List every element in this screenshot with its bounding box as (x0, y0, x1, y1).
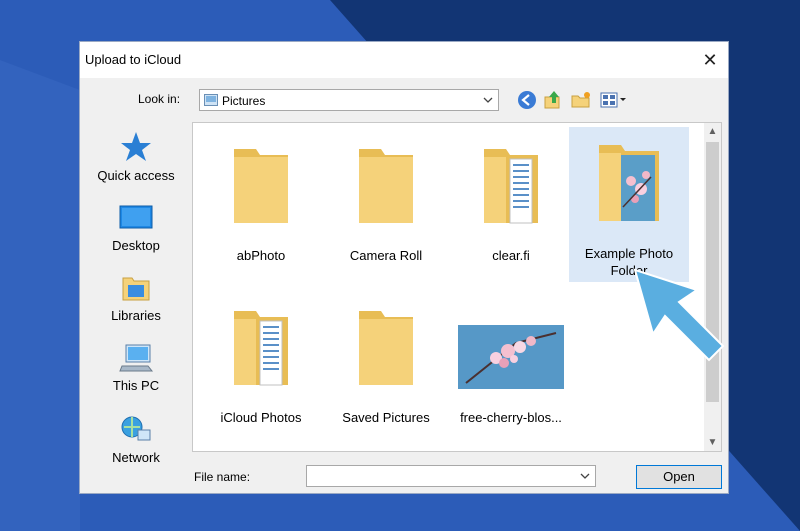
item-name: abPhoto (236, 248, 286, 263)
item-name: iCloud Photos (220, 410, 302, 425)
look-in-dropdown[interactable]: Pictures (199, 89, 499, 111)
place-label: Quick access (97, 168, 175, 183)
folder-item-clear-fi[interactable]: clear.fi (451, 131, 571, 291)
folder-item-example-photo-folder[interactable]: Example Photo Folder (569, 127, 689, 282)
place-label: This PC (112, 378, 160, 393)
item-name: Camera Roll (349, 248, 423, 263)
places-bar: Quick access Desktop Libraries This PC N… (85, 122, 187, 465)
place-label: Libraries (111, 308, 161, 323)
place-libraries[interactable]: Libraries (85, 272, 187, 342)
place-this-pc[interactable]: This PC (85, 342, 187, 412)
folder-item-abphoto[interactable]: abPhoto (201, 131, 321, 291)
place-quick-access[interactable]: Quick access (85, 130, 187, 200)
cherry-blossom-thumbnail (458, 325, 564, 389)
folder-with-pages-icon (484, 149, 538, 224)
look-in-value: Pictures (222, 94, 266, 108)
folder-with-photo-icon (599, 145, 659, 221)
file-name-input[interactable] (306, 465, 596, 487)
title-bar: Upload to iCloud ✕ (80, 42, 728, 78)
star-icon (121, 132, 151, 161)
item-name: Saved Pictures (342, 410, 430, 425)
folder-with-pages-icon (234, 311, 288, 386)
place-label: Network (112, 450, 160, 465)
item-name: clear.fi (492, 248, 530, 263)
folder-item-icloud-photos[interactable]: iCloud Photos (201, 293, 321, 453)
look-in-label: Look in: (138, 92, 181, 106)
scroll-up-button[interactable]: ▲ (704, 123, 721, 140)
open-button[interactable]: Open (636, 465, 722, 489)
network-icon (121, 416, 151, 441)
back-icon[interactable] (516, 89, 538, 111)
folder-icon (359, 149, 413, 223)
scroll-down-button[interactable]: ▼ (704, 434, 721, 451)
chevron-down-icon (483, 97, 493, 103)
folder-icon (359, 311, 413, 385)
folder-item-saved-pictures[interactable]: Saved Pictures (326, 293, 446, 453)
item-name: free-cherry-blos... (460, 410, 562, 425)
close-button[interactable]: ✕ (698, 48, 722, 72)
new-folder-icon[interactable] (570, 89, 592, 111)
view-menu-icon[interactable] (598, 89, 630, 111)
file-name-label: File name: (194, 470, 251, 484)
pointer-arrow-icon (633, 268, 725, 362)
desktop-icon (119, 205, 153, 229)
folder-icon (234, 149, 288, 223)
dialog-title: Upload to iCloud (85, 52, 182, 67)
pictures-folder-icon (204, 94, 218, 106)
up-folder-icon[interactable] (542, 89, 564, 111)
folder-item-camera-roll[interactable]: Camera Roll (326, 131, 446, 291)
libraries-icon (122, 277, 150, 301)
place-network[interactable]: Network (85, 414, 187, 484)
file-item-cherry-blossom[interactable]: free-cherry-blos... (451, 293, 571, 453)
chevron-down-icon (580, 473, 590, 479)
place-desktop[interactable]: Desktop (85, 202, 187, 272)
computer-icon (119, 344, 154, 372)
place-label: Desktop (112, 238, 160, 253)
